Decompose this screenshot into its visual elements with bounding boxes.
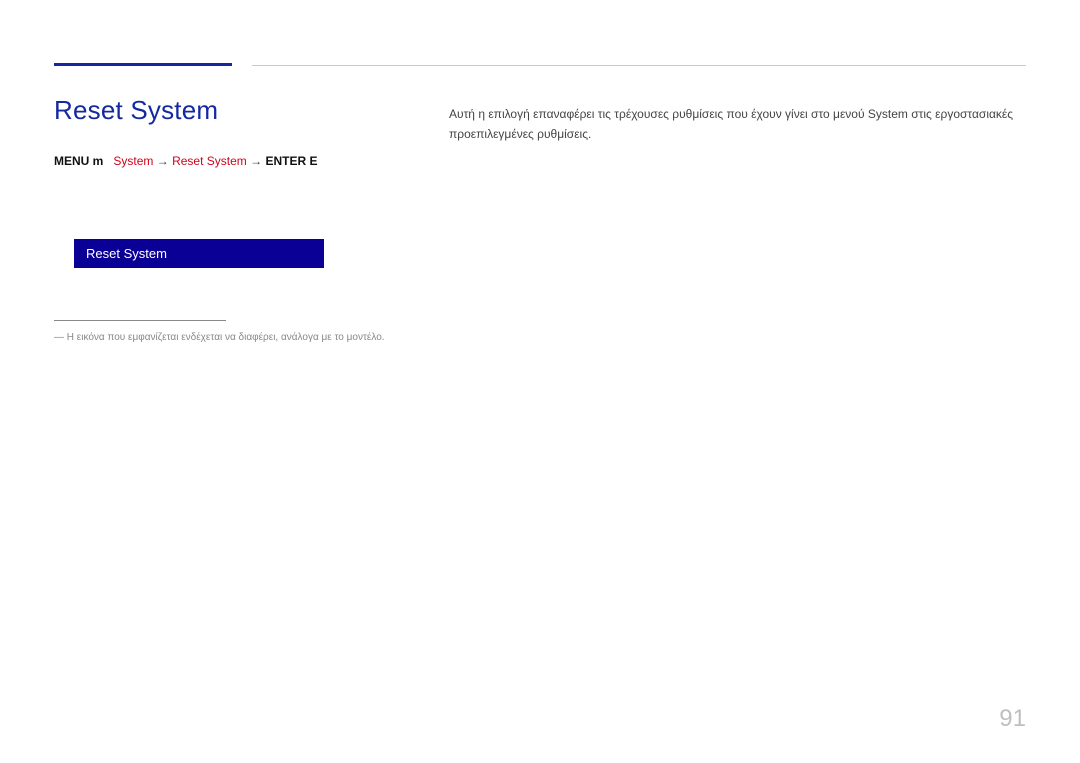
footnote-dash: ― [54, 332, 64, 343]
left-column: Reset System MENU m System → Reset Syste… [54, 96, 449, 345]
right-column: Αυτή η επιλογή επαναφέρει τις τρέχουσες … [449, 96, 1026, 345]
menu-item-reset-system[interactable]: Reset System [74, 239, 324, 268]
footnote-text: Η εικόνα που εμφανίζεται ενδέχεται να δι… [67, 332, 385, 343]
breadcrumb-system: System [113, 154, 153, 168]
header-rule [252, 65, 1026, 66]
description-text: Αυτή η επιλογή επαναφέρει τις τρέχουσες … [449, 96, 1026, 145]
footnote-rule [54, 320, 226, 321]
header-accent-bar [54, 63, 232, 66]
footnote: ― Η εικόνα που εμφανίζεται ενδέχεται να … [54, 331, 429, 345]
breadcrumb-menu: MENU m [54, 154, 103, 168]
page-number: 91 [999, 705, 1026, 733]
breadcrumb-enter: ENTER E [265, 154, 317, 168]
arrow-icon: → [157, 154, 169, 168]
breadcrumb: MENU m System → Reset System → ENTER E [54, 153, 429, 170]
arrow-icon: → [250, 154, 262, 168]
section-title: Reset System [54, 96, 429, 125]
breadcrumb-reset-system: Reset System [172, 154, 247, 168]
